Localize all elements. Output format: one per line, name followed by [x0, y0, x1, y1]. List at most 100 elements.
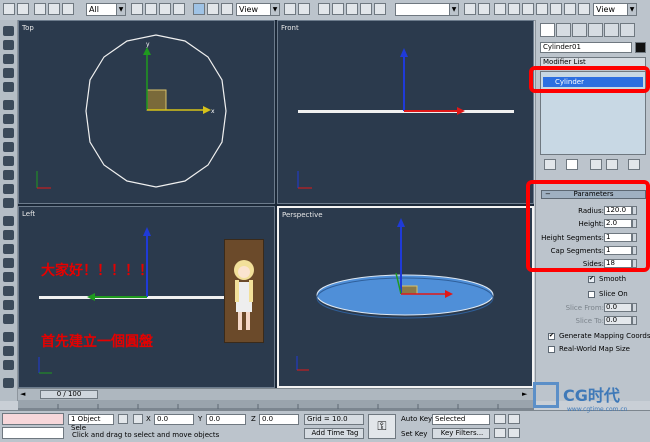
spinner-snap-icon[interactable]	[360, 3, 372, 15]
time-slider[interactable]: 0 / 100	[40, 390, 98, 399]
unlink-icon[interactable]	[48, 3, 60, 15]
tool-icon[interactable]	[3, 286, 14, 296]
percent-snap-icon[interactable]	[346, 3, 358, 15]
maxscript-input[interactable]	[2, 427, 64, 439]
select-by-name-icon[interactable]	[145, 3, 157, 15]
create-tab-icon[interactable]	[540, 23, 555, 37]
configure-sets-icon[interactable]	[628, 159, 640, 170]
play-icon[interactable]	[508, 414, 520, 424]
scale-icon[interactable]	[221, 3, 233, 15]
tool-icon[interactable]	[3, 360, 14, 370]
rectangular-selection-icon[interactable]	[159, 3, 171, 15]
edit-named-selection-icon[interactable]	[374, 3, 386, 15]
snap-toggle-icon[interactable]	[318, 3, 330, 15]
slice-from-spinner[interactable]	[632, 303, 637, 312]
tool-icon[interactable]	[3, 68, 14, 78]
viewport-left[interactable]: Left 大家好！！！！！ 首先建立一個圓盤	[18, 206, 275, 388]
generate-mapping-checkbox[interactable]: ✔	[548, 332, 555, 340]
select-manipulate-icon[interactable]	[298, 3, 310, 15]
tool-icon[interactable]	[3, 170, 14, 180]
cylinder-disc[interactable]	[316, 274, 494, 316]
mirror-icon[interactable]	[464, 3, 476, 15]
slice-on-checkbox[interactable]	[588, 291, 595, 298]
quick-render-icon[interactable]	[578, 3, 590, 15]
maxscript-listener[interactable]	[2, 413, 64, 425]
y-coordinate-field[interactable]: 0.0	[206, 414, 246, 425]
tool-icon[interactable]	[3, 100, 14, 110]
set-key-icon[interactable]: ⚿	[368, 414, 396, 439]
tool-icon[interactable]	[3, 54, 14, 64]
auto-key-mode-dropdown[interactable]: Selected	[432, 414, 490, 425]
viewport-front[interactable]: Front	[277, 20, 534, 204]
viewport-perspective[interactable]: Perspective	[277, 206, 534, 388]
utilities-tab-icon[interactable]	[620, 23, 635, 37]
material-editor-icon[interactable]	[536, 3, 548, 15]
chevron-right-icon[interactable]: ►	[522, 390, 530, 399]
tool-icon[interactable]	[3, 198, 14, 208]
viewport-top[interactable]: Top y x	[18, 20, 275, 204]
tool-icon[interactable]	[3, 314, 14, 324]
slice-to-field[interactable]: 0.0	[604, 316, 632, 325]
tool-icon[interactable]	[3, 40, 14, 50]
schematic-view-icon[interactable]	[522, 3, 534, 15]
tool-icon[interactable]	[3, 230, 14, 240]
chevron-left-icon[interactable]: ◄	[20, 390, 28, 399]
display-tab-icon[interactable]	[604, 23, 619, 37]
pivot-center-icon[interactable]	[284, 3, 296, 15]
tool-icon[interactable]	[3, 378, 14, 388]
coordinate-system-dropdown[interactable]: View ▼	[236, 3, 280, 16]
tool-icon[interactable]	[3, 26, 14, 36]
layer-manager-icon[interactable]	[494, 3, 506, 15]
auto-key-button[interactable]: Auto Key	[401, 415, 432, 423]
tool-icon[interactable]	[3, 142, 14, 152]
selection-filter-dropdown[interactable]: All ▼	[86, 3, 126, 16]
tool-icon[interactable]	[3, 216, 14, 226]
tool-icon[interactable]	[3, 114, 14, 124]
object-color-swatch[interactable]	[635, 42, 646, 53]
angle-snap-icon[interactable]	[332, 3, 344, 15]
pin-stack-icon[interactable]	[544, 159, 556, 170]
x-coordinate-field[interactable]: 0.0	[154, 414, 194, 425]
undo-icon[interactable]	[3, 3, 15, 15]
plane-handle[interactable]	[146, 89, 167, 111]
tool-icon[interactable]	[3, 82, 14, 92]
track-bar[interactable]	[18, 400, 534, 410]
slice-from-field[interactable]: 0.0	[604, 303, 632, 312]
key-mode-icon[interactable]	[494, 428, 506, 438]
tool-icon[interactable]	[3, 156, 14, 166]
rotate-icon[interactable]	[207, 3, 219, 15]
lock-selection-icon[interactable]	[118, 414, 128, 424]
named-selection-dropdown[interactable]: ▼	[395, 3, 459, 16]
slice-to-spinner[interactable]	[632, 316, 637, 325]
absolute-mode-icon[interactable]	[133, 414, 143, 424]
move-icon[interactable]	[193, 3, 205, 15]
make-unique-icon[interactable]	[590, 159, 602, 170]
curve-editor-icon[interactable]	[508, 3, 520, 15]
motion-tab-icon[interactable]	[588, 23, 603, 37]
align-icon[interactable]	[478, 3, 490, 15]
z-coordinate-field[interactable]: 0.0	[259, 414, 299, 425]
tool-icon[interactable]	[3, 332, 14, 342]
goto-start-icon[interactable]	[494, 414, 506, 424]
hierarchy-tab-icon[interactable]	[572, 23, 587, 37]
remove-modifier-icon[interactable]	[606, 159, 618, 170]
render-view-dropdown[interactable]: View ▼	[593, 3, 637, 16]
tool-icon[interactable]	[3, 258, 14, 268]
tool-icon[interactable]	[3, 128, 14, 138]
modify-tab-icon[interactable]	[556, 23, 571, 37]
tool-icon[interactable]	[3, 244, 14, 254]
time-config-icon[interactable]	[508, 428, 520, 438]
show-end-result-icon[interactable]	[566, 159, 578, 170]
select-link-icon[interactable]	[34, 3, 46, 15]
smooth-checkbox[interactable]: ✔	[588, 275, 595, 283]
select-object-icon[interactable]	[131, 3, 143, 15]
rendered-frame-icon[interactable]	[564, 3, 576, 15]
plane-handle[interactable]	[400, 285, 418, 295]
tool-icon[interactable]	[3, 272, 14, 282]
add-time-tag-button[interactable]: Add Time Tag	[304, 428, 364, 439]
tool-icon[interactable]	[3, 346, 14, 356]
real-world-map-checkbox[interactable]	[548, 346, 555, 353]
tool-icon[interactable]	[3, 300, 14, 310]
set-key-button[interactable]: Set Key	[401, 430, 427, 438]
bind-space-warp-icon[interactable]	[62, 3, 74, 15]
